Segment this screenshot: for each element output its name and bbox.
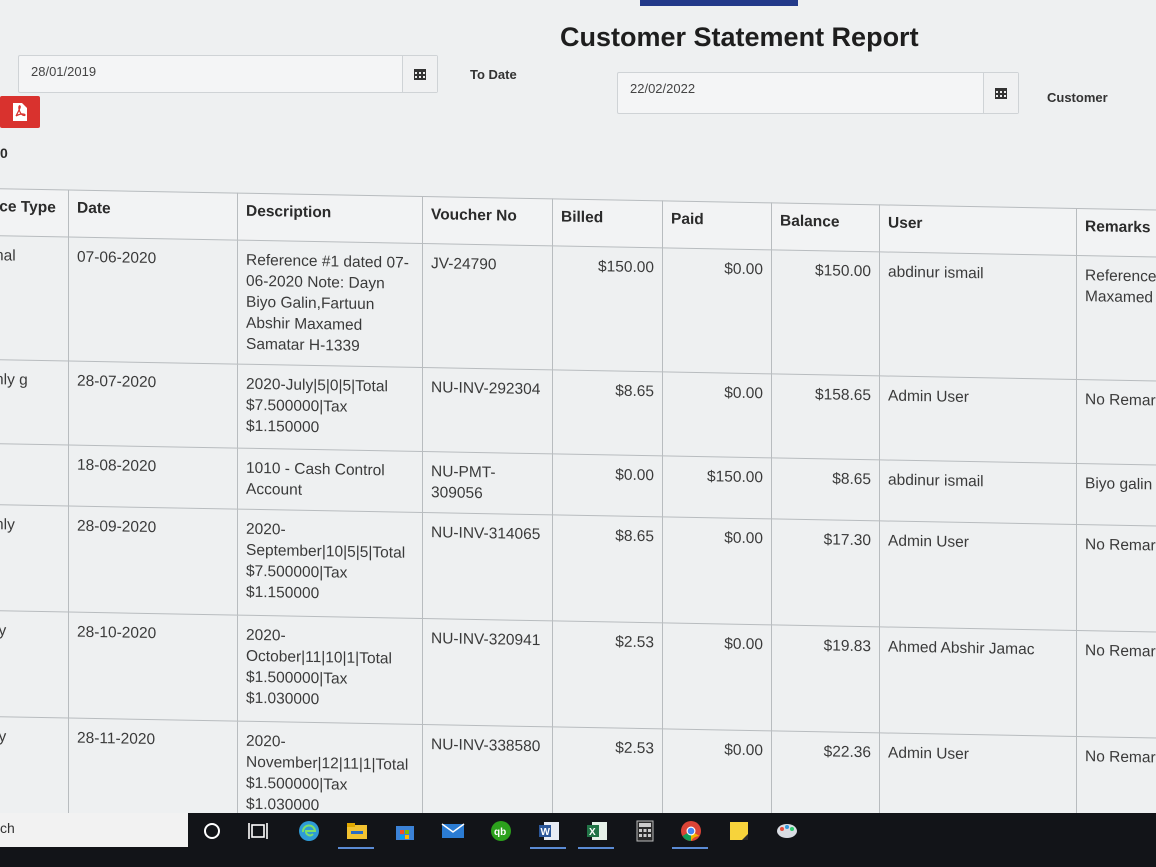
cell-type: ly [0, 716, 69, 825]
cell-paid: $0.00 [662, 516, 772, 625]
task-view-icon[interactable] [246, 819, 270, 843]
column-header[interactable]: User [879, 204, 1077, 256]
cell-billed: $150.00 [552, 245, 663, 372]
active-indicator [338, 847, 374, 849]
column-header[interactable]: Date [68, 190, 238, 241]
cell-balance: $17.30 [771, 518, 880, 627]
cell-description: 2020-July|5|0|5|Total $7.500000|Tax $1.1… [237, 364, 423, 452]
cell-type: ly [0, 610, 69, 719]
column-header[interactable]: ice Type [0, 188, 69, 238]
cell-balance: $150.00 [771, 249, 880, 376]
cell-date: 07-06-2020 [68, 237, 238, 365]
svg-text:X: X [589, 827, 596, 838]
cell-user: Ahmed Abshir Jamac [879, 626, 1077, 737]
taskbar-search-input[interactable]: ch [0, 813, 188, 847]
store-icon[interactable] [393, 819, 417, 843]
svg-text:W: W [541, 827, 551, 838]
cell-user: abdinur ismail [879, 459, 1077, 525]
cell-description: 2020-October|11|10|1|Total $1.500000|Tax… [237, 615, 423, 725]
column-header[interactable]: Balance [771, 202, 880, 252]
mail-icon[interactable] [441, 819, 465, 843]
cell-type: nal [0, 235, 69, 362]
cell-type: nly [0, 504, 69, 613]
cell-voucher: NU-PMT-309056 [422, 451, 553, 515]
customer-label: Customer [1047, 90, 1108, 105]
cell-voucher: NU-INV-292304 [422, 367, 553, 454]
column-header[interactable]: Remarks [1076, 208, 1156, 258]
cell-description: 1010 - Cash Control Account [237, 448, 423, 513]
calendar-icon[interactable] [983, 73, 1018, 113]
cell-paid: $0.00 [662, 371, 772, 458]
pdf-icon [13, 103, 27, 121]
quickbooks-icon[interactable]: qb [489, 819, 513, 843]
cell-date: 28-07-2020 [68, 361, 238, 449]
to-date-input[interactable]: 22/02/2022 [617, 72, 1019, 114]
excel-icon[interactable]: X [585, 819, 609, 843]
cell-billed: $8.65 [552, 514, 663, 623]
sticky-notes-icon[interactable] [727, 819, 751, 843]
column-header[interactable]: Paid [662, 200, 772, 250]
file-explorer-icon[interactable] [345, 819, 369, 843]
cell-paid: $0.00 [662, 247, 772, 374]
record-count: 0 [0, 145, 8, 161]
column-header[interactable]: Billed [552, 198, 663, 248]
column-header[interactable]: Voucher No [422, 196, 553, 246]
cortana-icon[interactable] [200, 819, 224, 843]
active-indicator [672, 847, 708, 849]
cell-billed: $0.00 [552, 453, 663, 517]
from-date-input[interactable]: 28/01/2019 [18, 55, 438, 93]
calculator-icon[interactable] [633, 819, 657, 843]
edge-icon[interactable] [297, 819, 321, 843]
column-header[interactable]: Description [237, 193, 423, 244]
cell-type: hly g [0, 359, 69, 446]
cell-date: 28-11-2020 [68, 718, 238, 828]
cell-voucher: JV-24790 [422, 243, 553, 370]
cell-paid: $150.00 [662, 455, 772, 519]
statement-table: ice Type Date Description Voucher No Bil… [0, 188, 1156, 845]
cell-user: abdinur ismail [879, 251, 1077, 380]
calendar-icon[interactable] [402, 56, 437, 92]
cell-remarks: No Remark [1076, 630, 1156, 739]
cell-user: Admin User [879, 520, 1077, 631]
cell-remarks: Reference Maxamed [1076, 255, 1156, 382]
cell-voucher: NU-INV-314065 [422, 512, 553, 621]
from-date-value: 28/01/2019 [31, 64, 97, 79]
to-date-value: 22/02/2022 [630, 81, 696, 96]
cell-billed: $8.65 [552, 369, 663, 456]
cell-paid: $0.00 [662, 622, 772, 731]
cell-remarks: Biyo galin [1076, 463, 1156, 527]
cell-date: 28-09-2020 [68, 506, 238, 616]
cell-remarks: No Remar [1076, 379, 1156, 466]
active-indicator [578, 847, 614, 849]
logo-strip [640, 0, 798, 6]
cell-balance: $8.65 [771, 457, 880, 521]
taskbar: ch qb W X [0, 813, 1156, 867]
cell-user: Admin User [879, 375, 1077, 464]
cell-date: 18-08-2020 [68, 445, 238, 510]
to-date-label: To Date [470, 67, 517, 82]
cell-description: 2020-September|10|5|5|Total $7.500000|Ta… [237, 509, 423, 619]
search-text: ch [0, 820, 15, 836]
cell-type [0, 443, 69, 507]
cell-balance: $19.83 [771, 624, 880, 733]
table-row: nal 07-06-2020 Reference #1 dated 07-06-… [0, 235, 1156, 382]
pdf-export-button[interactable] [0, 96, 40, 128]
chrome-icon[interactable] [679, 819, 703, 843]
cell-remarks: No Remarl [1076, 524, 1156, 633]
cell-billed: $2.53 [552, 620, 663, 729]
svg-text:qb: qb [494, 827, 506, 838]
cell-voucher: NU-INV-320941 [422, 618, 553, 727]
cell-balance: $158.65 [771, 373, 880, 460]
cell-date: 28-10-2020 [68, 612, 238, 722]
cell-description: Reference #1 dated 07-06-2020 Note: Dayn… [237, 240, 423, 368]
word-icon[interactable]: W [537, 819, 561, 843]
page-title: Customer Statement Report [560, 22, 919, 52]
paint-icon[interactable] [775, 819, 799, 843]
active-indicator [530, 847, 566, 849]
